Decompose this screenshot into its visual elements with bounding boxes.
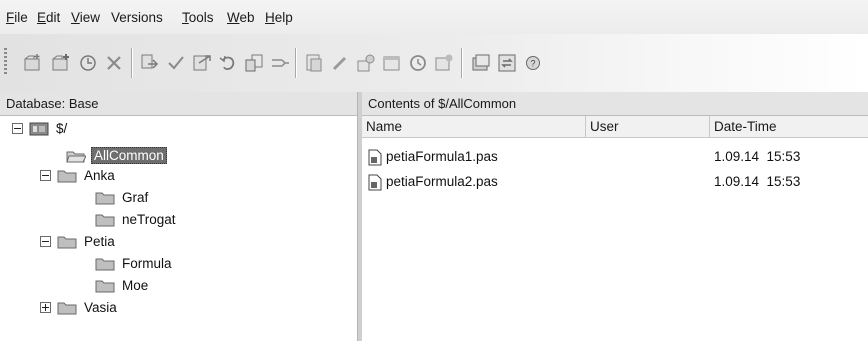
collapse-icon[interactable]: [40, 169, 51, 181]
tree-node-root[interactable]: $/: [12, 118, 69, 138]
file-row[interactable]: petiaFormula1.pas 1.09.14 15:53: [362, 146, 868, 168]
menu-versions[interactable]: Versions: [111, 10, 163, 25]
menu-bar: File Edit View Versions Tools Web Help: [0, 0, 868, 34]
tree-label-formula: Formula: [122, 255, 172, 271]
column-header-name[interactable]: Name: [362, 116, 586, 138]
folder-icon: [95, 256, 115, 271]
menu-file[interactable]: File: [6, 10, 28, 25]
view-file-icon[interactable]: [303, 52, 325, 74]
file-name: petiaFormula1.pas: [386, 149, 498, 164]
menu-web[interactable]: Web: [227, 10, 255, 25]
history-icon[interactable]: [77, 52, 99, 74]
collapse-icon[interactable]: [40, 235, 51, 247]
get-latest-icon[interactable]: [139, 52, 161, 74]
file-datetime: 1.09.14 15:53: [714, 174, 801, 189]
properties-icon[interactable]: [355, 52, 377, 74]
check-in-icon[interactable]: [191, 52, 213, 74]
label-icon[interactable]: [243, 52, 265, 74]
tree-label-root: $/: [56, 120, 68, 136]
tree-label-vasia: Vasia: [84, 299, 117, 315]
column-header-datetime[interactable]: Date-Time: [710, 116, 868, 138]
file-datetime: 1.09.14 15:53: [714, 149, 801, 164]
check-out-icon[interactable]: [165, 52, 187, 74]
toolbar: ?: [0, 34, 868, 92]
collapse-icon[interactable]: [12, 122, 23, 134]
toolbar-separator: [131, 48, 132, 78]
menu-tools[interactable]: Tools: [182, 10, 214, 25]
tree-node-netrogat[interactable]: neTrogat: [95, 209, 178, 229]
folder-icon: [95, 278, 115, 293]
menu-help[interactable]: Help: [265, 10, 293, 25]
expand-icon[interactable]: [40, 301, 51, 313]
pas-file-icon: [368, 149, 382, 166]
add-file-icon[interactable]: [50, 52, 72, 74]
tree-label-netrogat: neTrogat: [122, 211, 176, 227]
tree-node-anka[interactable]: Anka: [40, 165, 117, 185]
tree-node-graf[interactable]: Graf: [95, 187, 150, 207]
folder-icon: [57, 300, 77, 315]
toolbar-separator: [461, 48, 462, 78]
folder-icon: [95, 190, 115, 205]
file-name: petiaFormula2.pas: [386, 174, 498, 189]
column-header-user[interactable]: User: [586, 116, 710, 138]
web-icon[interactable]: [433, 52, 455, 74]
tree-node-formula[interactable]: Formula: [95, 253, 174, 273]
new-project-icon[interactable]: [22, 52, 44, 74]
show-differences-icon[interactable]: [496, 52, 518, 74]
share-icon[interactable]: [269, 52, 291, 74]
project-tree: $/ AllCommon Anka Graf neTrogat Petia Fo…: [0, 116, 357, 341]
edit-file-icon[interactable]: [329, 52, 351, 74]
file-row[interactable]: petiaFormula2.pas 1.09.14 15:53: [362, 171, 868, 193]
tree-label-petia: Petia: [84, 233, 115, 249]
open-folder-icon: [66, 148, 86, 163]
contents-header: Contents of $/AllCommon: [362, 92, 868, 116]
database-icon: [29, 121, 49, 136]
toolbar-separator: [295, 48, 296, 78]
undo-checkout-icon[interactable]: [217, 52, 239, 74]
tree-node-moe[interactable]: Moe: [95, 275, 150, 295]
toolbar-grip[interactable]: [4, 48, 7, 76]
tree-label-moe: Moe: [122, 277, 149, 293]
tree-node-allcommon[interactable]: AllCommon: [66, 145, 167, 165]
pas-file-icon: [368, 174, 382, 191]
tree-label-anka: Anka: [84, 167, 115, 183]
menu-edit[interactable]: Edit: [37, 10, 60, 25]
folder-icon: [57, 234, 77, 249]
database-header: Database: Base: [0, 92, 357, 116]
folder-icon: [57, 168, 77, 183]
options-icon[interactable]: [381, 52, 403, 74]
tree-node-vasia[interactable]: Vasia: [40, 297, 119, 317]
file-list: Name User Date-Time petiaFormula1.pas 1.…: [362, 116, 868, 341]
explorer-icon[interactable]: [470, 52, 492, 74]
help-icon[interactable]: ?: [522, 52, 544, 74]
folder-icon: [95, 212, 115, 227]
tree-label-allcommon: AllCommon: [91, 146, 167, 164]
tree-node-petia[interactable]: Petia: [40, 231, 117, 251]
delete-icon[interactable]: [103, 52, 125, 74]
refresh-icon[interactable]: [407, 52, 429, 74]
svg-text:?: ?: [530, 59, 535, 69]
menu-view[interactable]: View: [71, 10, 100, 25]
tree-label-graf: Graf: [122, 189, 149, 205]
